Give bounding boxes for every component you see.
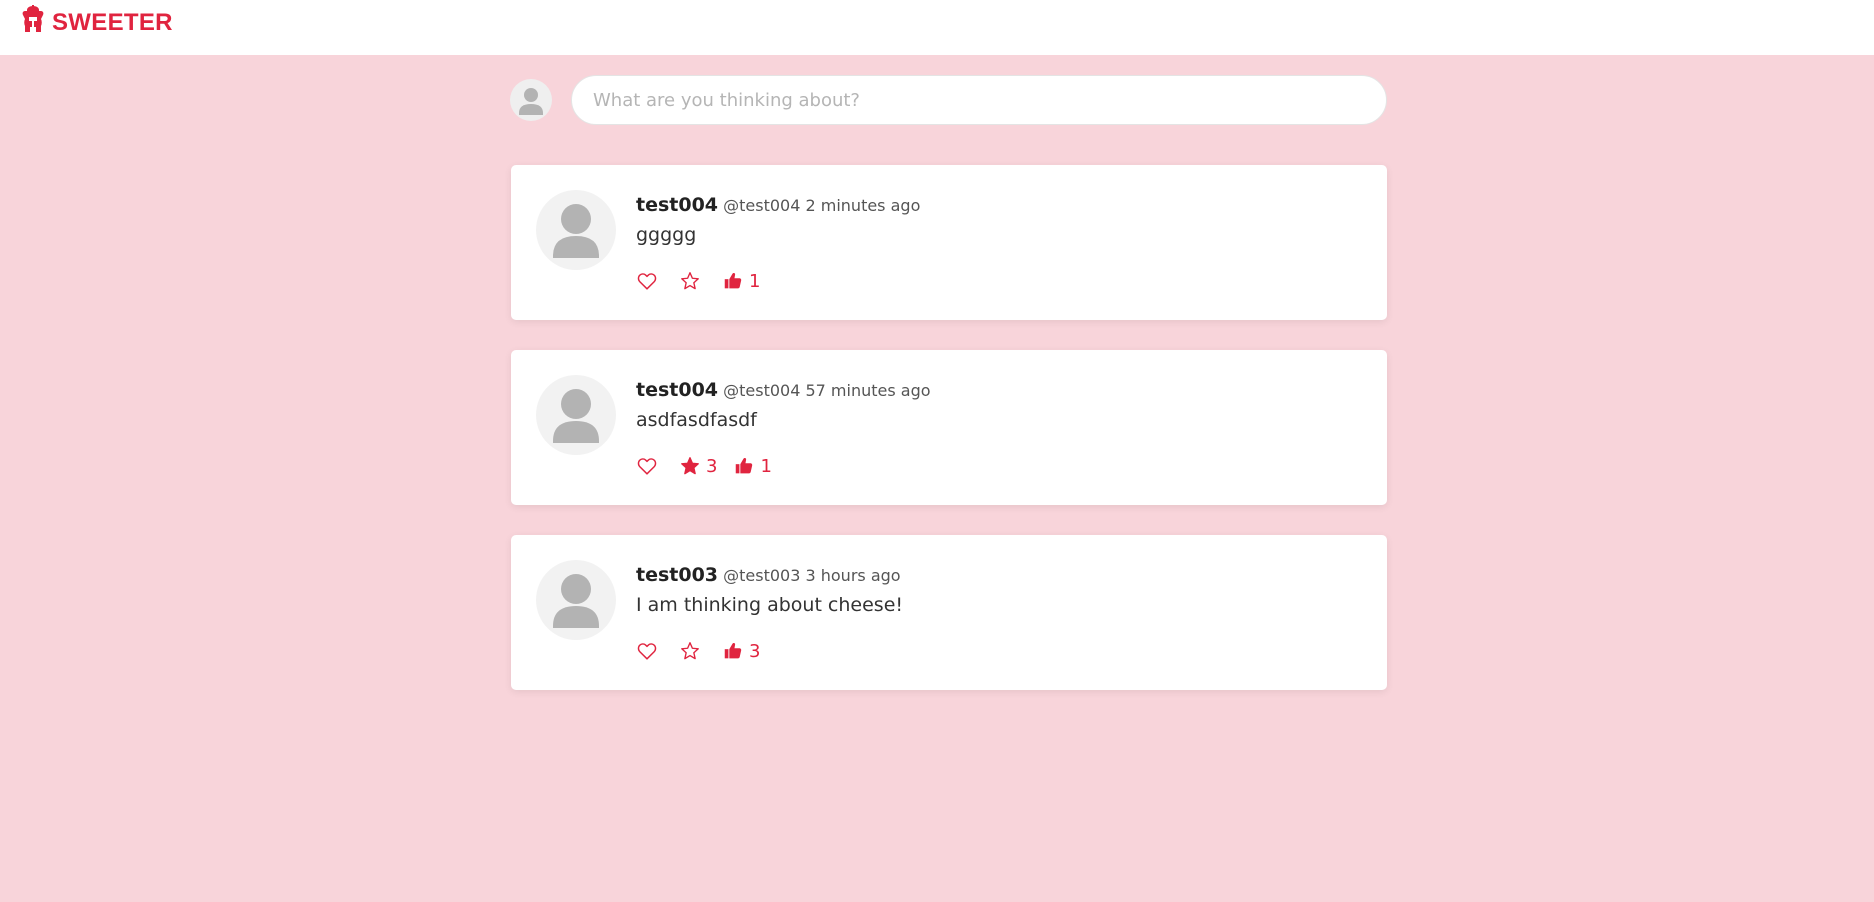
heart-icon xyxy=(636,270,658,292)
current-user-avatar xyxy=(510,79,552,121)
brand-name: SWEETER xyxy=(52,9,173,36)
post-card: test004 @test004 57 minutes ago asdfasdf… xyxy=(511,350,1387,505)
post-handle[interactable]: @test003 xyxy=(723,566,800,585)
user-avatar[interactable] xyxy=(536,560,616,640)
spartan-helmet-icon xyxy=(20,4,46,42)
thumbs-up-icon xyxy=(722,640,744,662)
post-card: test004 @test004 2 minutes ago ggggg 1 xyxy=(511,165,1387,320)
post-meta: test004 @test004 2 minutes ago xyxy=(636,194,920,216)
favorite-button[interactable] xyxy=(679,270,706,292)
post-card: test003 @test003 3 hours ago I am thinki… xyxy=(511,535,1387,690)
like-button[interactable] xyxy=(636,455,663,477)
star-icon xyxy=(679,640,701,662)
favorite-button[interactable]: 3 xyxy=(679,455,717,477)
post-meta: test004 @test004 57 minutes ago xyxy=(636,379,931,401)
post-timestamp: 2 minutes ago xyxy=(805,196,921,215)
post-timestamp: 57 minutes ago xyxy=(805,381,931,400)
user-avatar[interactable] xyxy=(536,190,616,270)
post-content: ggggg xyxy=(636,224,697,246)
star-icon xyxy=(679,455,701,477)
compose-post-input[interactable] xyxy=(571,75,1387,125)
post-username[interactable]: test004 xyxy=(636,194,718,216)
thumbs-up-button[interactable]: 3 xyxy=(722,640,760,662)
post-username[interactable]: test003 xyxy=(636,564,718,586)
post-timestamp: 3 hours ago xyxy=(805,566,901,585)
thumbs-up-count: 1 xyxy=(749,270,761,292)
thumbs-up-icon xyxy=(733,455,755,477)
post-actions: 1 xyxy=(636,268,776,294)
thumbs-up-count: 3 xyxy=(749,640,761,662)
user-avatar[interactable] xyxy=(536,375,616,455)
star-icon xyxy=(679,270,701,292)
thumbs-up-button[interactable]: 1 xyxy=(733,455,772,477)
post-feed: test004 @test004 2 minutes ago ggggg 1 t… xyxy=(511,165,1387,720)
post-username[interactable]: test004 xyxy=(636,379,718,401)
like-button[interactable] xyxy=(636,270,663,292)
heart-icon xyxy=(636,455,658,477)
thumbs-up-button[interactable]: 1 xyxy=(722,270,760,292)
thumbs-up-count: 1 xyxy=(760,455,772,477)
post-handle[interactable]: @test004 xyxy=(723,381,800,400)
heart-icon xyxy=(636,640,658,662)
post-handle[interactable]: @test004 xyxy=(723,196,800,215)
post-actions: 3 1 xyxy=(636,453,788,479)
favorite-button[interactable] xyxy=(679,640,706,662)
post-content: asdfasdfasdf xyxy=(636,409,757,431)
brand-logo[interactable]: SWEETER xyxy=(20,4,173,38)
post-meta: test003 @test003 3 hours ago xyxy=(636,564,901,586)
top-navbar: SWEETER xyxy=(0,0,1874,55)
thumbs-up-icon xyxy=(722,270,744,292)
favorite-count: 3 xyxy=(706,455,718,477)
like-button[interactable] xyxy=(636,640,663,662)
post-actions: 3 xyxy=(636,638,776,664)
post-content: I am thinking about cheese! xyxy=(636,594,904,616)
